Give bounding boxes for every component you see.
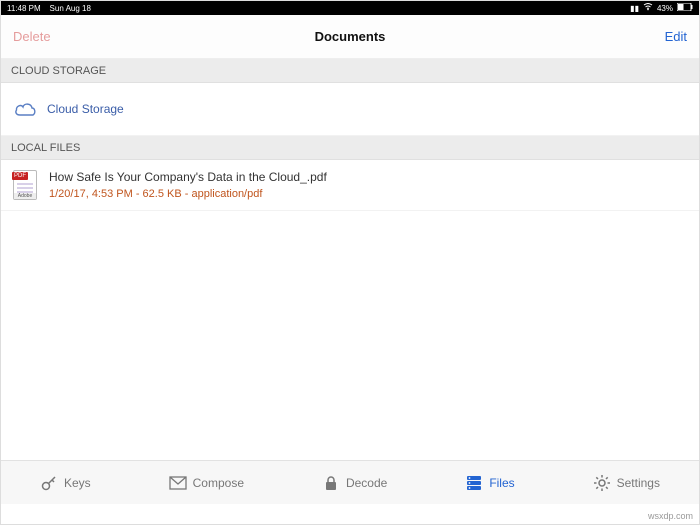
battery-icon: [677, 3, 693, 13]
files-icon: [465, 474, 483, 492]
edit-button[interactable]: Edit: [665, 29, 687, 44]
tab-settings[interactable]: Settings: [593, 474, 660, 492]
pdf-file-icon: PDF Adobe: [13, 170, 37, 200]
lock-icon: [322, 474, 340, 492]
gear-icon: [593, 474, 611, 492]
page-title: Documents: [1, 29, 699, 44]
cloud-storage-label: Cloud Storage: [47, 102, 124, 116]
tab-decode[interactable]: Decode: [322, 474, 387, 492]
tab-compose[interactable]: Compose: [169, 474, 244, 492]
navbar: Delete Documents Edit: [1, 15, 699, 59]
file-meta: 1/20/17, 4:53 PM - 62.5 KB - application…: [49, 188, 327, 200]
watermark: wsxdp.com: [648, 511, 693, 521]
pdf-badge: PDF: [12, 172, 28, 180]
envelope-icon: [169, 474, 187, 492]
file-row[interactable]: PDF Adobe How Safe Is Your Company's Dat…: [1, 160, 699, 211]
tab-keys-label: Keys: [64, 476, 91, 490]
cloud-storage-row[interactable]: Cloud Storage: [1, 83, 699, 136]
status-time: 11:48 PM: [7, 4, 41, 13]
cloud-icon: [13, 97, 37, 121]
battery-pct: 43%: [657, 4, 673, 13]
tab-decode-label: Decode: [346, 476, 387, 490]
key-icon: [40, 474, 58, 492]
section-header-cloud: CLOUD STORAGE: [1, 59, 699, 83]
tab-compose-label: Compose: [193, 476, 244, 490]
tabbar: Keys Compose Decode Files Setti: [1, 460, 699, 504]
section-header-local: LOCAL FILES: [1, 136, 699, 160]
tab-keys[interactable]: Keys: [40, 474, 91, 492]
tab-files[interactable]: Files: [465, 474, 514, 492]
status-date: Sun Aug 18: [50, 4, 91, 13]
tab-settings-label: Settings: [617, 476, 660, 490]
file-name: How Safe Is Your Company's Data in the C…: [49, 170, 327, 186]
signal-icon: ▮▮: [630, 4, 639, 13]
status-bar: 11:48 PM Sun Aug 18 ▮▮ 43%: [1, 1, 699, 15]
wifi-icon: [643, 3, 653, 13]
content-area: CLOUD STORAGE Cloud Storage LOCAL FILES …: [1, 59, 699, 480]
tab-files-label: Files: [489, 476, 514, 490]
delete-button[interactable]: Delete: [13, 29, 51, 44]
